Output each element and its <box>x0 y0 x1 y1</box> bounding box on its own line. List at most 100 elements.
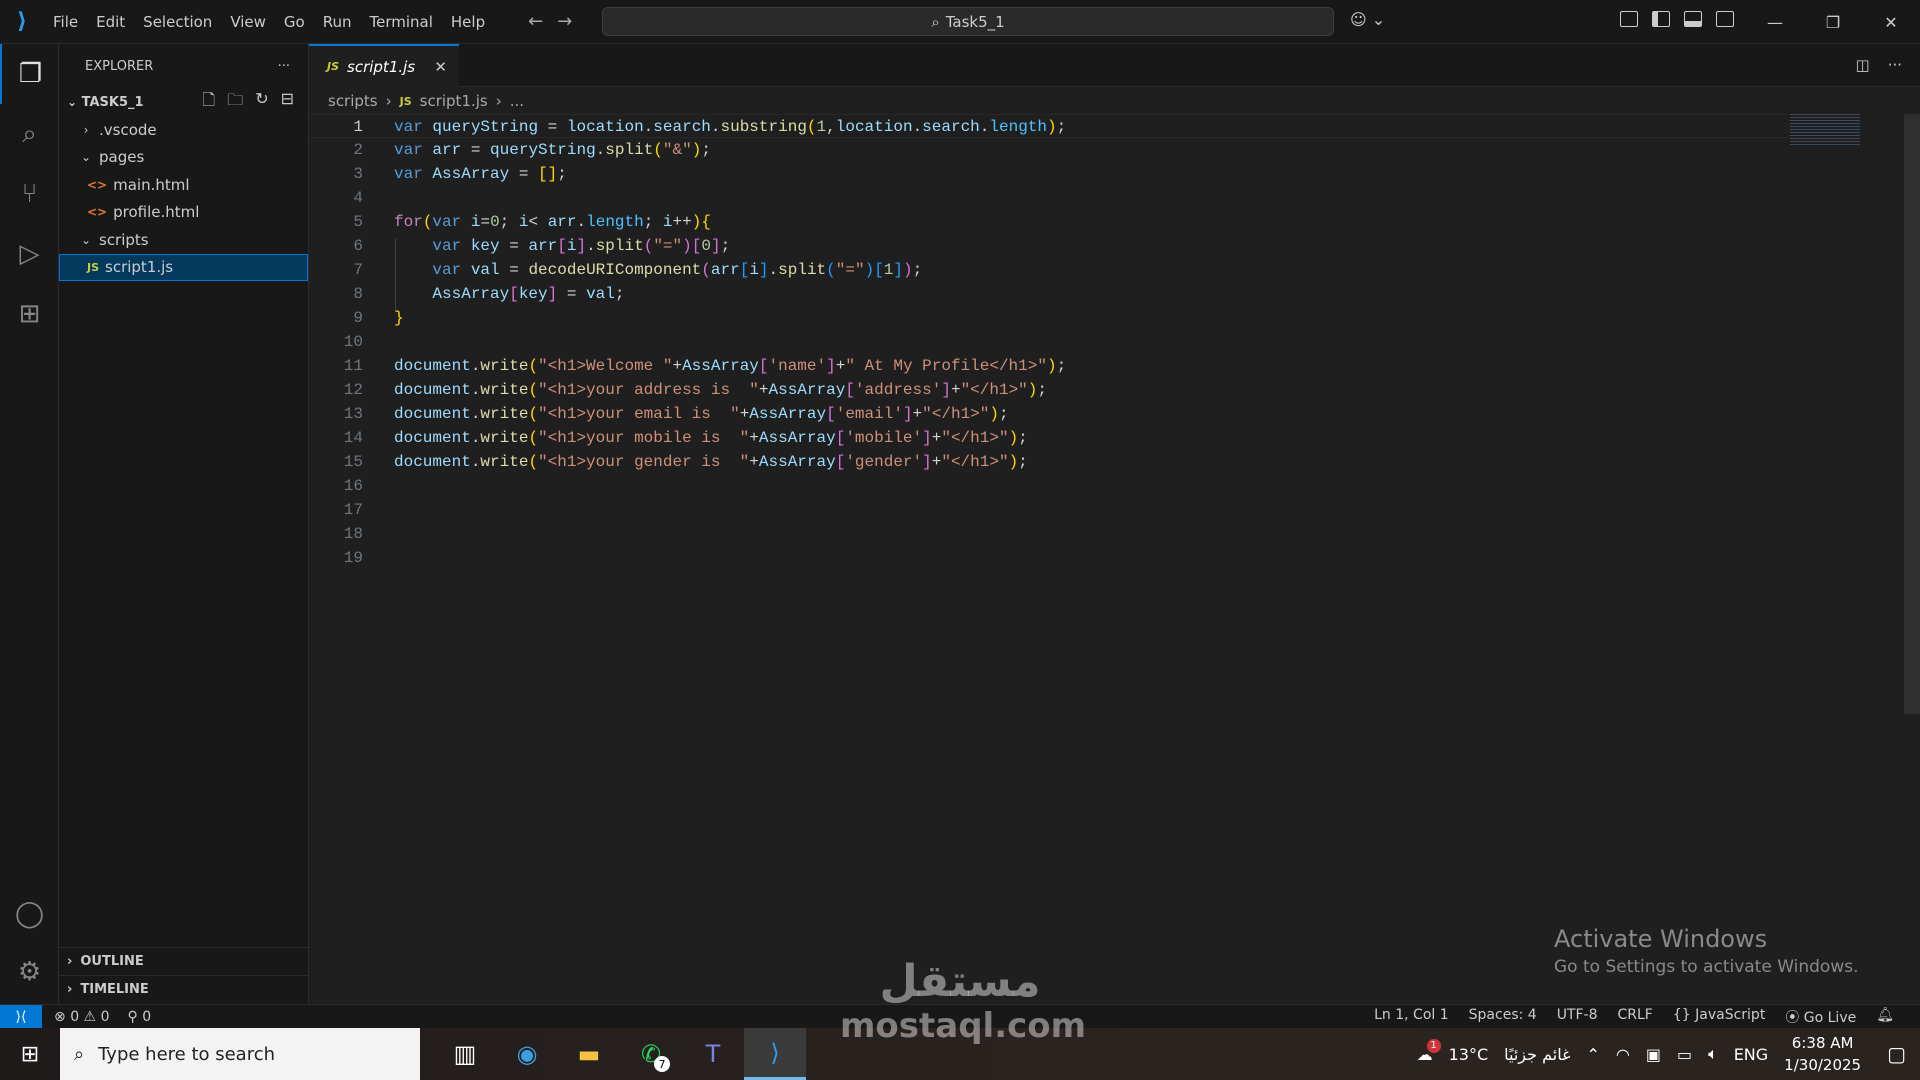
code-editor[interactable]: 1 var queryString = location.search.subst… <box>309 110 1899 1000</box>
split-editor-icon[interactable]: ◫ <box>1856 56 1870 74</box>
code-token: 'name' <box>768 357 827 375</box>
notifications-bell-icon[interactable]: 🔔︎ <box>1876 1007 1894 1027</box>
menu-view[interactable]: View <box>221 13 275 31</box>
code-line[interactable]: 16 <box>309 474 1789 498</box>
language-mode[interactable]: {} JavaScript <box>1673 1007 1765 1027</box>
breadcrumb-symbols[interactable]: ... <box>510 92 524 110</box>
weather-text[interactable]: غائم جزئيًا <box>1504 1045 1570 1064</box>
settings-gear-icon[interactable]: ⚙ <box>0 942 59 1002</box>
code-line[interactable]: 5 for(var i=0; i< arr.length; i++){ <box>309 210 1789 234</box>
tree-item[interactable]: ⌄ scripts <box>59 226 308 254</box>
encoding[interactable]: UTF-8 <box>1557 1007 1598 1027</box>
copilot-icon[interactable]: ☺ ⌄ <box>1350 10 1385 29</box>
ports-indicator[interactable]: ⚲ 0 <box>127 1009 151 1025</box>
menu-run[interactable]: Run <box>314 13 361 31</box>
code-line[interactable]: 4 <box>309 186 1789 210</box>
menu-selection[interactable]: Selection <box>134 13 221 31</box>
customize-layout-icon[interactable] <box>1620 11 1638 27</box>
code-line[interactable]: 14 document.write("<h1>your mobile is "+A… <box>309 426 1789 450</box>
breadcrumb-file[interactable]: script1.js <box>420 92 488 110</box>
code-line[interactable]: 15 document.write("<h1>your gender is "+A… <box>309 450 1789 474</box>
network-icon[interactable]: ◠ <box>1616 1045 1630 1064</box>
code-line[interactable]: 12 document.write("<h1>your address is "+… <box>309 378 1789 402</box>
teams-icon[interactable]: T <box>682 1028 744 1080</box>
more-actions-icon[interactable]: ··· <box>278 59 290 74</box>
windows-start-icon[interactable]: ⊞ <box>0 1028 60 1080</box>
clock[interactable]: 6:38 AM 1/30/2025 <box>1784 1032 1861 1076</box>
code-line[interactable]: 1 var queryString = location.search.subst… <box>309 114 1789 138</box>
weather-icon[interactable]: ☁ 1 <box>1417 1038 1441 1064</box>
tree-item[interactable]: › .vscode <box>59 116 308 144</box>
timeline-section[interactable]: › TIMELINE <box>59 975 309 1003</box>
code-line[interactable]: 13 document.write("<h1>your email is "+As… <box>309 402 1789 426</box>
more-actions-icon[interactable]: ··· <box>1888 56 1902 74</box>
minimap[interactable] <box>1790 114 1860 146</box>
extensions-icon[interactable]: ⊞ <box>0 284 59 344</box>
menu-go[interactable]: Go <box>275 13 314 31</box>
file-explorer-icon[interactable]: ▬ <box>558 1028 620 1080</box>
tree-item[interactable]: JS script1.js <box>59 253 308 281</box>
code-line[interactable]: 10 <box>309 330 1789 354</box>
indentation[interactable]: Spaces: 4 <box>1469 1007 1537 1027</box>
menu-help[interactable]: Help <box>442 13 494 31</box>
toggle-sidebar-icon[interactable] <box>1652 11 1670 27</box>
code-line[interactable]: 9} <box>309 306 1789 330</box>
minimize-icon[interactable]: — <box>1746 0 1804 44</box>
code-line[interactable]: 11 document.write("<h1>Welcome "+AssArray… <box>309 354 1789 378</box>
restore-icon[interactable]: ❐ <box>1804 0 1862 44</box>
command-center-search[interactable]: ⌕ Task5_1 <box>602 7 1334 36</box>
code-line[interactable]: 3 var AssArray = []; <box>309 162 1789 186</box>
vertical-scrollbar[interactable] <box>1904 114 1920 714</box>
project-root[interactable]: ⌄ TASK5_1 🗋 🗀 ↻ ⊟ <box>59 88 308 116</box>
account-icon[interactable]: ◯ <box>0 884 59 944</box>
code-line[interactable]: 6 var key = arr[i].split("=")[0]; <box>309 234 1789 258</box>
temperature[interactable]: 13°C <box>1449 1045 1489 1064</box>
collapse-all-icon[interactable]: ⊟ <box>281 89 294 116</box>
show-hidden-icons-icon[interactable]: ⌃ <box>1586 1045 1599 1064</box>
back-arrow-icon[interactable]: ← <box>528 11 543 32</box>
go-live-button[interactable]: ⦿ Go Live <box>1785 1007 1856 1027</box>
battery-icon[interactable]: ▭ <box>1677 1045 1692 1064</box>
code-line[interactable]: 8 AssArray[key] = val; <box>309 282 1789 306</box>
whatsapp-icon[interactable]: ✆ 7 <box>620 1028 682 1080</box>
code-line[interactable]: 17 <box>309 498 1789 522</box>
notification-center-icon[interactable]: ▢ <box>1887 1042 1906 1066</box>
outline-section[interactable]: › OUTLINE <box>59 947 309 975</box>
tree-item[interactable]: ⌄ pages <box>59 144 308 172</box>
new-file-icon[interactable]: 🗋 <box>202 89 215 116</box>
edge-icon[interactable]: ◉ <box>496 1028 558 1080</box>
line-ending[interactable]: CRLF <box>1618 1007 1653 1027</box>
toggle-secondary-sidebar-icon[interactable] <box>1716 11 1734 27</box>
code-line[interactable]: 2 var arr = queryString.split("&"); <box>309 138 1789 162</box>
task-view-icon[interactable]: ▥ <box>434 1028 496 1080</box>
tree-item[interactable]: <> profile.html <box>59 199 308 227</box>
refresh-icon[interactable]: ↻ <box>255 89 268 116</box>
source-control-icon[interactable]: ⑂ <box>0 164 59 224</box>
code-line[interactable]: 18 <box>309 522 1789 546</box>
menu-file[interactable]: File <box>44 13 87 31</box>
volume-icon[interactable]: 🔈︎ <box>1708 1044 1718 1064</box>
vscode-taskbar-icon[interactable]: ⟩ <box>744 1028 806 1080</box>
taskbar-search[interactable]: ⌕ Type here to search <box>60 1028 420 1080</box>
explorer-icon[interactable]: ❐ <box>0 44 59 104</box>
tree-item[interactable]: <> main.html <box>59 171 308 199</box>
search-icon[interactable]: ⌕ <box>0 104 59 164</box>
toggle-panel-icon[interactable] <box>1684 11 1702 27</box>
tab-label: script1.js <box>347 57 416 76</box>
menu-edit[interactable]: Edit <box>87 13 134 31</box>
language-indicator[interactable]: ENG <box>1734 1045 1768 1064</box>
cursor-position[interactable]: Ln 1, Col 1 <box>1374 1007 1449 1027</box>
forward-arrow-icon[interactable]: → <box>557 11 572 32</box>
breadcrumb-folder[interactable]: scripts <box>328 92 378 110</box>
close-tab-icon[interactable]: ✕ <box>434 58 447 76</box>
camera-icon[interactable]: ▣ <box>1646 1045 1661 1064</box>
tab-script1-js[interactable]: JS script1.js ✕ <box>309 44 459 87</box>
menu-terminal[interactable]: Terminal <box>361 13 442 31</box>
code-line[interactable]: 7 var val = decodeURIComponent(arr[i].sp… <box>309 258 1789 282</box>
close-window-icon[interactable]: ✕ <box>1862 0 1920 44</box>
remote-icon[interactable]: ⟩⟨ <box>0 1004 42 1029</box>
code-line[interactable]: 19 <box>309 546 1789 570</box>
run-debug-icon[interactable]: ▷ <box>0 224 59 284</box>
new-folder-icon[interactable]: 🗀 <box>227 89 243 116</box>
problems-indicator[interactable]: ⊗ 0 ⚠ 0 <box>54 1009 109 1025</box>
